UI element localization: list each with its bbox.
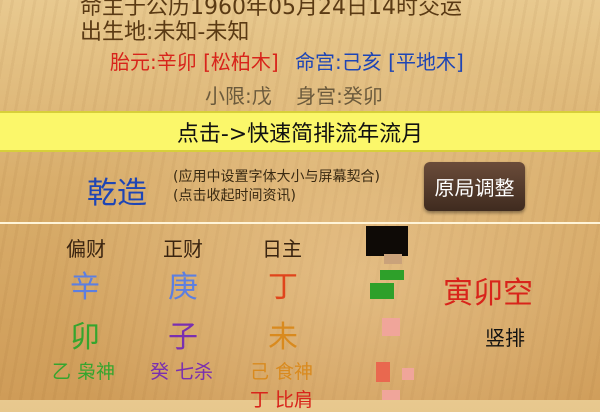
time-info-hint[interactable]: (应用中设置字体大小与屏幕契合) (点击收起时间资讯) [173, 168, 380, 206]
pillar-3-gan: 丁 [268, 270, 298, 305]
pillar-1-gan: 辛 [70, 270, 100, 305]
censored-block [382, 318, 400, 336]
adjust-chart-button[interactable]: 原局调整 [424, 162, 525, 211]
pillar-2-gan: 庚 [168, 270, 198, 305]
censored-block [370, 283, 394, 299]
taiyuan-minggong-row: 胎元:辛卯 [松柏木] 命宫:己亥 [平地木] [110, 46, 464, 75]
pillar-3-zhi: 未 [268, 320, 298, 355]
xiaoxian: 小限:戊 [205, 84, 272, 108]
quick-liunian-banner[interactable]: 点击->快速简排流年流月 [0, 111, 600, 152]
pillar-1-zhi: 卯 [70, 320, 100, 355]
xiaoxian-shengong-row: 小限:戊 身宫:癸卯 [205, 80, 383, 109]
hint-line-1: (应用中设置字体大小与屏幕契合) [173, 169, 380, 185]
pillar-3-hidden: 己 食神 [250, 361, 314, 383]
censored-block [376, 362, 390, 382]
pillar-1-hidden: 乙 枭神 [52, 361, 116, 383]
qianzao-label: 乾造 [87, 176, 147, 211]
pillar-2-header: 正财 [163, 237, 203, 261]
pillar-3-header: 日主 [262, 237, 302, 261]
minggong: 命宫:己亥 [平地木] [295, 50, 464, 74]
birthplace: 出生地:未知-未知 [80, 20, 250, 45]
vertical-layout-button[interactable]: 竖排 [485, 322, 525, 351]
pillar-2-zhi: 子 [168, 320, 198, 355]
censored-block [366, 226, 408, 256]
pillar-3-hidden-2: 丁 比肩 [250, 389, 314, 411]
shengong: 身宫:癸卯 [296, 84, 383, 108]
divider [0, 222, 600, 224]
pillar-1-header: 偏财 [66, 237, 106, 261]
censored-block [382, 390, 400, 400]
pillar-2-hidden: 癸 七杀 [150, 361, 214, 383]
censored-block [380, 270, 404, 280]
censored-block [384, 254, 402, 264]
censored-block [402, 368, 414, 380]
hint-line-2: (点击收起时间资讯) [173, 188, 296, 204]
taiyuan: 胎元:辛卯 [松柏木] [110, 50, 279, 74]
kongwang: 寅卯空 [443, 276, 533, 311]
